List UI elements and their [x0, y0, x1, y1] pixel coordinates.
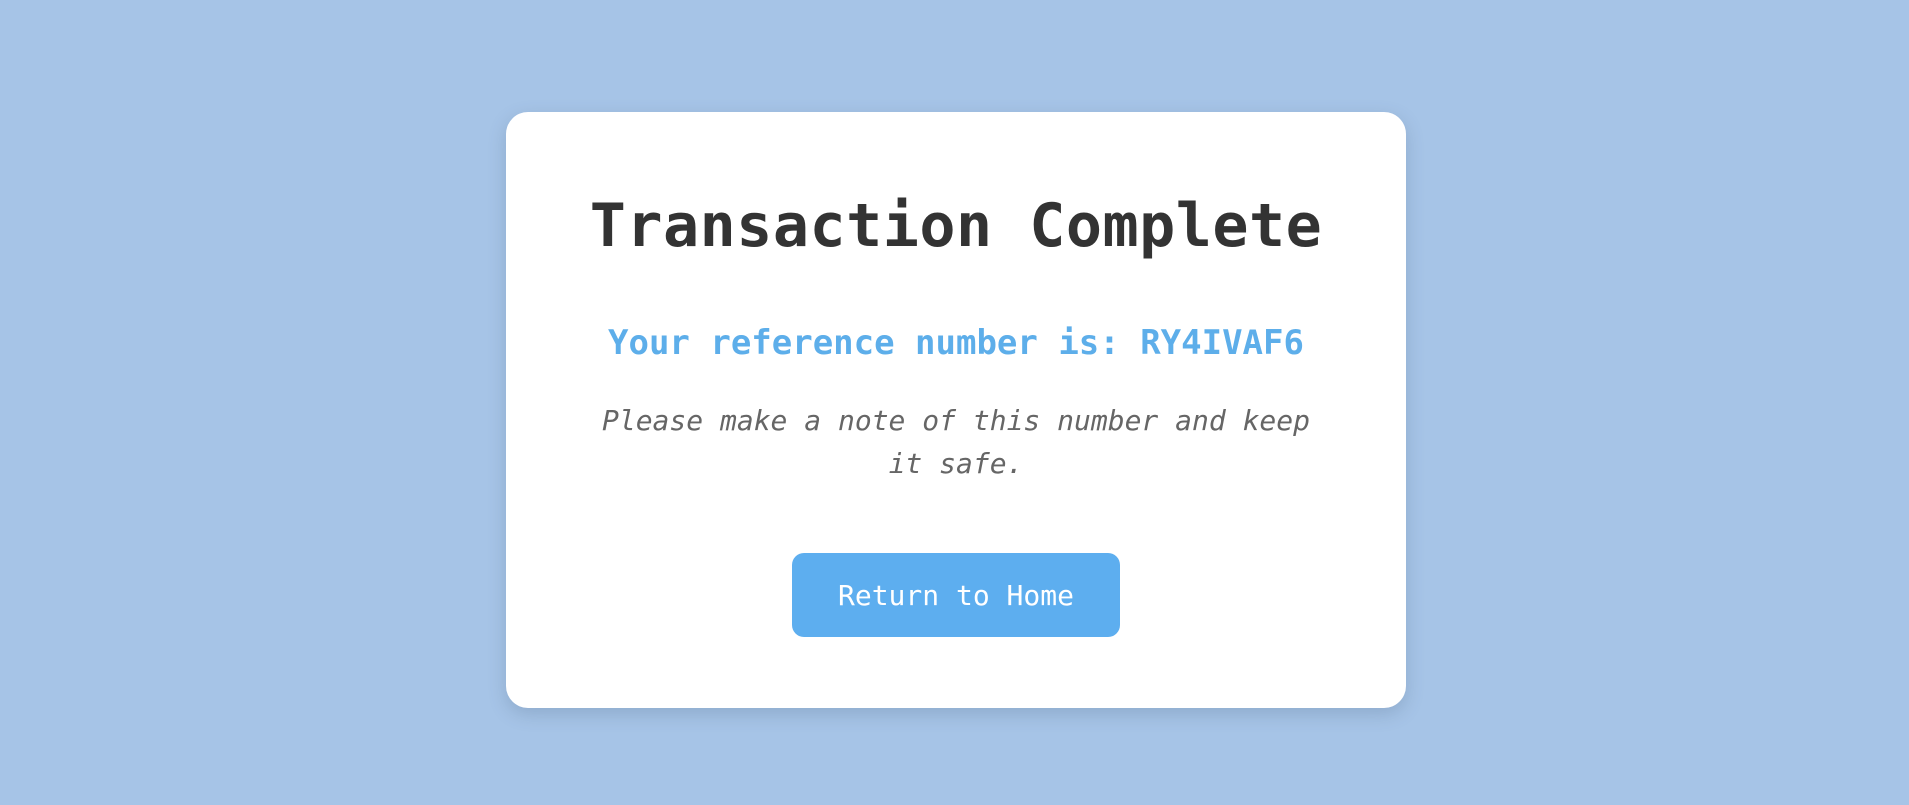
return-home-button[interactable]: Return to Home: [792, 553, 1120, 637]
safety-note: Please make a note of this number and ke…: [601, 404, 1310, 480]
page-title: Transaction Complete: [589, 191, 1323, 261]
transaction-card: Transaction Complete Your reference numb…: [506, 112, 1406, 708]
reference-number: Your reference number is: RY4IVAF6: [608, 323, 1304, 363]
